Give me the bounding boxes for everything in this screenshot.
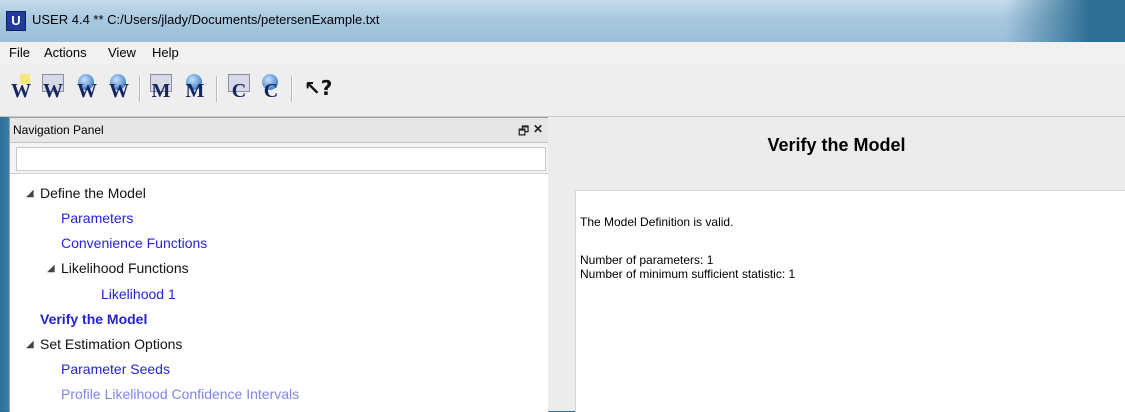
title-bar[interactable]: U USER 4.4 ** C:/Users/jlady/Documents/p… — [0, 0, 1125, 43]
open-m-button[interactable]: M — [146, 74, 176, 104]
navigation-search-input[interactable] — [16, 147, 546, 171]
c-letter-icon: C — [231, 80, 247, 102]
m-letter-icon: M — [151, 80, 171, 102]
title-bar-backdrop — [1005, 0, 1125, 42]
content-panel: Verify the Model The Model Definition is… — [548, 117, 1125, 412]
app-window: U USER 4.4 ** C:/Users/jlady/Documents/p… — [0, 0, 1125, 412]
c-letter-icon: C — [263, 80, 279, 102]
menu-bar: File Actions View Help — [0, 42, 1125, 65]
toolbar: W W W W M M C C ↖? — [0, 64, 1125, 117]
tree-item-verify-model[interactable]: Verify the Model — [40, 310, 147, 328]
expand-triangle-icon[interactable]: ◢ — [26, 339, 34, 350]
parameter-count: Number of parameters: 1 — [580, 253, 714, 267]
new-w-button[interactable]: W — [6, 74, 36, 104]
close-icon[interactable]: ✕ — [533, 122, 543, 136]
expand-triangle-icon[interactable]: ◢ — [47, 263, 55, 274]
window-edge — [0, 117, 9, 411]
sufficient-statistic-count: Number of minimum sufficient statistic: … — [580, 267, 796, 281]
open-w-button[interactable]: W — [38, 74, 68, 104]
tree-item-define-model[interactable]: Define the Model — [40, 184, 146, 202]
save-as-w-button[interactable]: W — [104, 74, 134, 104]
navigation-panel-title: Navigation Panel — [13, 123, 104, 137]
menu-actions[interactable]: Actions — [38, 45, 93, 60]
app-icon[interactable]: U — [6, 11, 26, 31]
save-c-button[interactable]: C — [256, 74, 286, 104]
toolbar-separator — [216, 76, 218, 102]
w-letter-icon: W — [43, 80, 63, 102]
menu-file[interactable]: File — [3, 45, 36, 60]
w-letter-icon: W — [11, 80, 31, 102]
toolbar-separator — [139, 76, 141, 102]
validation-message: The Model Definition is valid. — [580, 215, 734, 229]
restore-icon[interactable]: 🗗 — [518, 122, 529, 143]
w-letter-icon: W — [77, 80, 97, 102]
navigation-panel: Navigation Panel 🗗 ✕ ◢ Define the Model … — [9, 117, 549, 412]
toolbar-separator — [291, 76, 293, 102]
save-w-button[interactable]: W — [72, 74, 102, 104]
expand-triangle-icon[interactable]: ◢ — [26, 188, 34, 199]
m-letter-icon: M — [185, 80, 205, 102]
navigation-panel-header[interactable]: Navigation Panel 🗗 ✕ — [10, 118, 548, 143]
w-letter-icon: W — [109, 80, 129, 102]
tree-item-set-estimation-options[interactable]: Set Estimation Options — [40, 335, 182, 353]
save-m-button[interactable]: M — [180, 74, 210, 104]
verification-output: The Model Definition is valid. Number of… — [575, 190, 1125, 412]
context-help-button[interactable]: ↖? — [298, 74, 332, 104]
menu-help[interactable]: Help — [146, 45, 185, 60]
open-c-button[interactable]: C — [224, 74, 254, 104]
tree-item-likelihood-1[interactable]: Likelihood 1 — [101, 285, 176, 303]
window-title: USER 4.4 ** C:/Users/jlady/Documents/pet… — [32, 12, 380, 27]
question-mark: ? — [320, 76, 333, 100]
tree-item-profile-likelihood[interactable]: Profile Likelihood Confidence Intervals — [61, 385, 299, 403]
tree-item-likelihood-functions[interactable]: Likelihood Functions — [61, 259, 189, 277]
page-title: Verify the Model — [767, 135, 906, 155]
tree-item-convenience-functions[interactable]: Convenience Functions — [61, 234, 207, 252]
navigation-search-area — [10, 143, 548, 174]
tree-item-parameters[interactable]: Parameters — [61, 209, 133, 227]
menu-view[interactable]: View — [102, 45, 142, 60]
tree-item-parameter-seeds[interactable]: Parameter Seeds — [61, 360, 170, 378]
context-help-icon: ↖? — [304, 76, 333, 100]
